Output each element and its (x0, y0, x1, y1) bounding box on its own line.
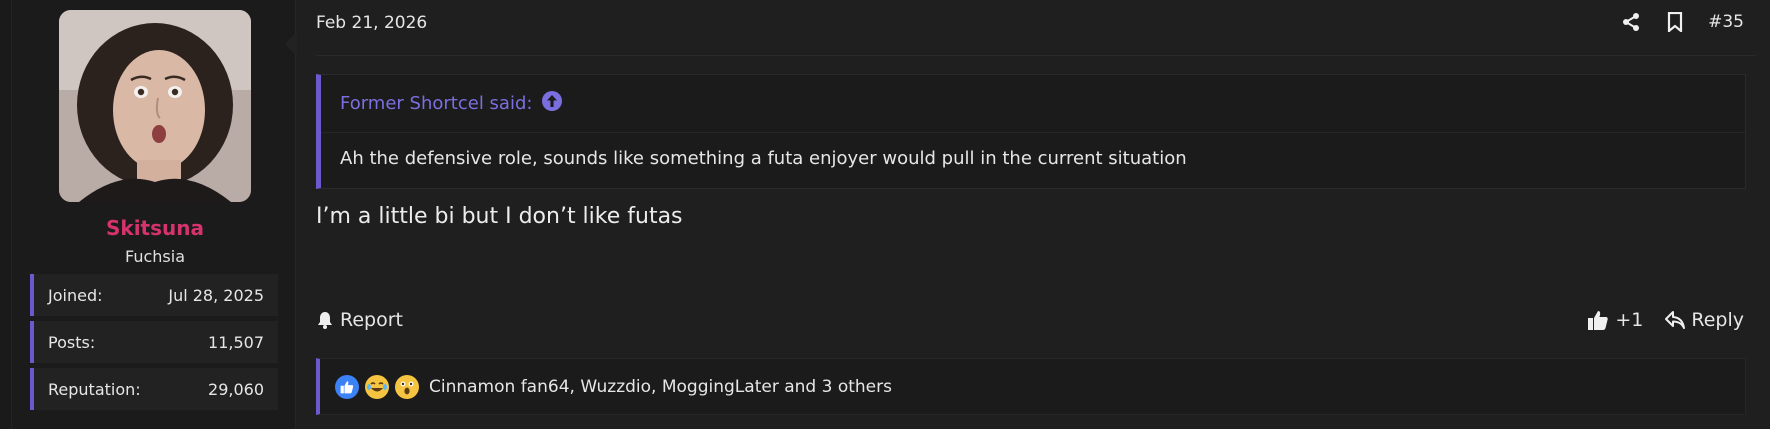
report-button[interactable]: Report (316, 309, 403, 331)
like-count: +1 (1615, 309, 1644, 331)
report-label: Report (340, 309, 403, 331)
stat-label: Reputation: (48, 379, 141, 399)
post-message: I’m a little bi but I don’t like futas (316, 204, 683, 229)
stat-reputation: Reputation: 29,060 (30, 368, 278, 410)
panel-pointer (285, 32, 297, 56)
post: Feb 21, 2026 #35 Former Shortcel said: A… (297, 0, 1770, 429)
user-panel: Skitsuna Fuchsia Joined: Jul 28, 2025 Po… (0, 0, 296, 429)
laugh-cry-reaction-icon[interactable] (365, 374, 389, 399)
like-button[interactable]: +1 (1587, 309, 1643, 331)
username[interactable]: Skitsuna (0, 216, 310, 240)
stat-label: Posts: (48, 332, 96, 352)
stat-posts: Posts: 11,507 (30, 321, 278, 363)
header-divider (316, 55, 1756, 56)
reply-label: Reply (1691, 309, 1744, 331)
avatar-image (59, 10, 251, 202)
share-icon[interactable] (1620, 10, 1642, 34)
quote-text: Ah the defensive role, sounds like somet… (340, 148, 1187, 169)
avatar[interactable] (59, 10, 251, 202)
post-footer-right: +1 Reply (1587, 309, 1744, 331)
thumbs-up-reaction-icon[interactable] (335, 374, 359, 399)
stat-value: 11,507 (208, 332, 264, 352)
post-number[interactable]: #35 (1708, 12, 1744, 32)
quote-block: Former Shortcel said: Ah the defensive r… (316, 74, 1746, 189)
thumbs-up-icon (1588, 311, 1609, 330)
stat-label: Joined: (48, 285, 103, 305)
post-header-actions: #35 (1620, 10, 1744, 34)
quote-author[interactable]: Former Shortcel said: (340, 93, 532, 114)
bell-icon (318, 312, 332, 329)
reactions-bar[interactable]: Cinnamon fan64, Wuzzdio, MoggingLater an… (316, 358, 1746, 415)
post-date[interactable]: Feb 21, 2026 (316, 13, 427, 33)
reaction-summary[interactable]: Cinnamon fan64, Wuzzdio, MoggingLater an… (429, 377, 892, 397)
user-title: Fuchsia (125, 247, 185, 266)
bookmark-icon[interactable] (1664, 10, 1686, 34)
arrow-up-circle-icon[interactable] (542, 91, 563, 116)
reply-icon (1665, 311, 1686, 329)
stat-value: 29,060 (208, 379, 264, 399)
stat-joined: Joined: Jul 28, 2025 (30, 274, 278, 316)
panel-edge (0, 0, 12, 429)
stat-value: Jul 28, 2025 (168, 285, 264, 305)
astonished-reaction-icon[interactable] (395, 374, 419, 399)
post-footer-left: Report (316, 309, 403, 331)
reply-button[interactable]: Reply (1665, 309, 1744, 331)
quote-header[interactable]: Former Shortcel said: (321, 75, 1745, 133)
